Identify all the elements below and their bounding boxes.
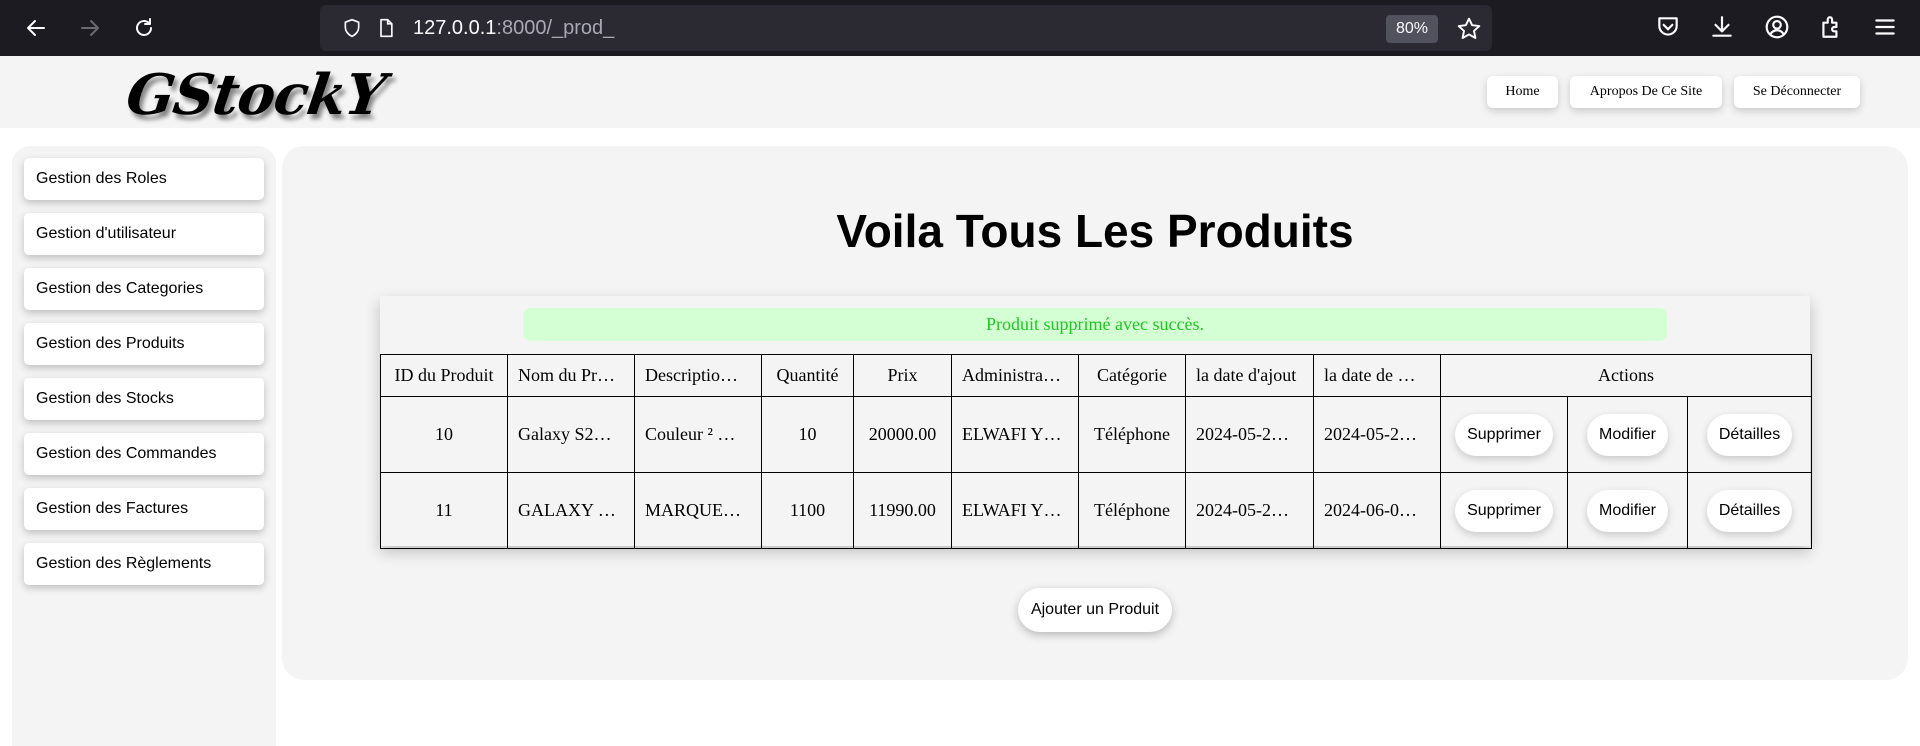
column-header: Descriptio… — [634, 354, 762, 397]
cell-date-updated: 2024-06-0… — [1313, 472, 1441, 549]
cell-id: 11 — [380, 472, 508, 549]
cell-name: GALAXY … — [507, 472, 635, 549]
sidebar-item-products[interactable]: Gestion des Produits — [24, 323, 264, 365]
delete-button[interactable]: Supprimer — [1455, 413, 1553, 456]
url-bar[interactable]: 127.0.0.1:8000/_prod_ 80% — [320, 5, 1492, 51]
star-icon[interactable] — [1456, 16, 1482, 42]
cell-category: Téléphone — [1078, 472, 1186, 549]
extensions-icon[interactable] — [1818, 14, 1844, 40]
nav-logout-link[interactable]: Se Déconnecter — [1734, 76, 1860, 108]
cell-action: Supprimer — [1440, 396, 1568, 473]
cell-description: Couleur ² … — [634, 396, 762, 473]
success-message: Produit supprimé avec succès. — [523, 308, 1667, 341]
edit-button[interactable]: Modifier — [1587, 413, 1668, 456]
cell-date-updated: 2024-05-2… — [1313, 396, 1441, 473]
column-header: la date d'ajout — [1185, 354, 1314, 397]
sidebar-item-roles[interactable]: Gestion des Roles — [24, 158, 264, 200]
products-table: ID du Produit Nom du Pr… Descriptio… Qua… — [380, 354, 1813, 549]
shield-icon[interactable] — [342, 18, 362, 38]
page-icon[interactable] — [376, 18, 396, 38]
column-header: Prix — [853, 354, 952, 397]
page-title: Voila Tous Les Produits — [836, 205, 1354, 257]
cell-name: Galaxy S2… — [507, 396, 635, 473]
account-icon[interactable] — [1764, 14, 1790, 40]
cell-action: Détailles — [1686, 472, 1813, 549]
nav-about-link[interactable]: Apropos De Ce Site — [1570, 76, 1722, 108]
cell-price: 20000.00 — [853, 396, 952, 473]
cell-date-added: 2024-05-2… — [1185, 396, 1314, 473]
details-button[interactable]: Détailles — [1706, 413, 1793, 456]
column-header: Administra… — [951, 354, 1079, 397]
cell-price: 11990.00 — [853, 472, 952, 549]
sidebar-item-users[interactable]: Gestion d'utilisateur — [24, 213, 264, 255]
column-header: ID du Produit — [380, 354, 508, 397]
url-path: :8000/_prod_ — [496, 17, 615, 39]
forward-icon[interactable] — [72, 10, 108, 46]
sidebar: Gestion des Roles Gestion d'utilisateur … — [12, 146, 276, 746]
sidebar-item-invoices[interactable]: Gestion des Factures — [24, 488, 264, 530]
products-table-card: Produit supprimé avec succès. ID du Prod… — [380, 296, 1813, 549]
cell-admin: ELWAFI Y… — [951, 472, 1079, 549]
cell-quantity: 1100 — [761, 472, 854, 549]
column-header: la date de … — [1313, 354, 1441, 397]
cell-date-added: 2024-05-2… — [1185, 472, 1314, 549]
back-icon[interactable] — [18, 10, 54, 46]
cell-admin: ELWAFI Y… — [951, 396, 1079, 473]
table-row: 10 Galaxy S2… Couleur ² … 10 20000.00 EL… — [380, 396, 1813, 473]
cell-description: MARQUE… — [634, 472, 762, 549]
cell-category: Téléphone — [1078, 396, 1186, 473]
site-logo[interactable]: GStockY — [122, 62, 389, 128]
browser-toolbar: 127.0.0.1:8000/_prod_ 80% — [0, 0, 1920, 56]
edit-button[interactable]: Modifier — [1587, 489, 1668, 532]
sidebar-item-categories[interactable]: Gestion des Categories — [24, 268, 264, 310]
url-text[interactable]: 127.0.0.1:8000/_prod_ — [413, 17, 614, 40]
details-button[interactable]: Détailles — [1706, 489, 1793, 532]
column-header: Quantité — [761, 354, 854, 397]
pocket-icon[interactable] — [1655, 14, 1681, 40]
table-row: 11 GALAXY … MARQUE… 1100 11990.00 ELWAFI… — [380, 472, 1813, 549]
url-host: 127.0.0.1 — [413, 17, 497, 39]
reload-icon[interactable] — [126, 10, 162, 46]
table-header-row: ID du Produit Nom du Pr… Descriptio… Qua… — [380, 354, 1813, 397]
sidebar-item-orders[interactable]: Gestion des Commandes — [24, 433, 264, 475]
site-header: GStockY Home Apropos De Ce Site Se Décon… — [0, 56, 1920, 128]
cell-action: Supprimer — [1440, 472, 1568, 549]
column-header: Nom du Pr… — [507, 354, 635, 397]
column-header: Catégorie — [1078, 354, 1186, 397]
cell-action: Détailles — [1686, 396, 1813, 473]
nav-home-link[interactable]: Home — [1487, 76, 1558, 108]
page: GStockY Home Apropos De Ce Site Se Décon… — [0, 56, 1920, 746]
cell-quantity: 10 — [761, 396, 854, 473]
column-header-actions: Actions — [1439, 354, 1813, 397]
delete-button[interactable]: Supprimer — [1455, 489, 1553, 532]
add-product-button[interactable]: Ajouter un Produit — [1018, 588, 1172, 632]
sidebar-item-payments[interactable]: Gestion des Règlements — [24, 543, 264, 585]
cell-id: 10 — [380, 396, 508, 473]
menu-icon[interactable] — [1872, 14, 1898, 40]
download-icon[interactable] — [1709, 14, 1735, 40]
sidebar-item-stocks[interactable]: Gestion des Stocks — [24, 378, 264, 420]
cell-action: Modifier — [1567, 472, 1688, 549]
main-panel: Voila Tous Les Produits Produit supprimé… — [282, 146, 1908, 680]
cell-action: Modifier — [1567, 396, 1688, 473]
zoom-badge[interactable]: 80% — [1386, 15, 1438, 43]
